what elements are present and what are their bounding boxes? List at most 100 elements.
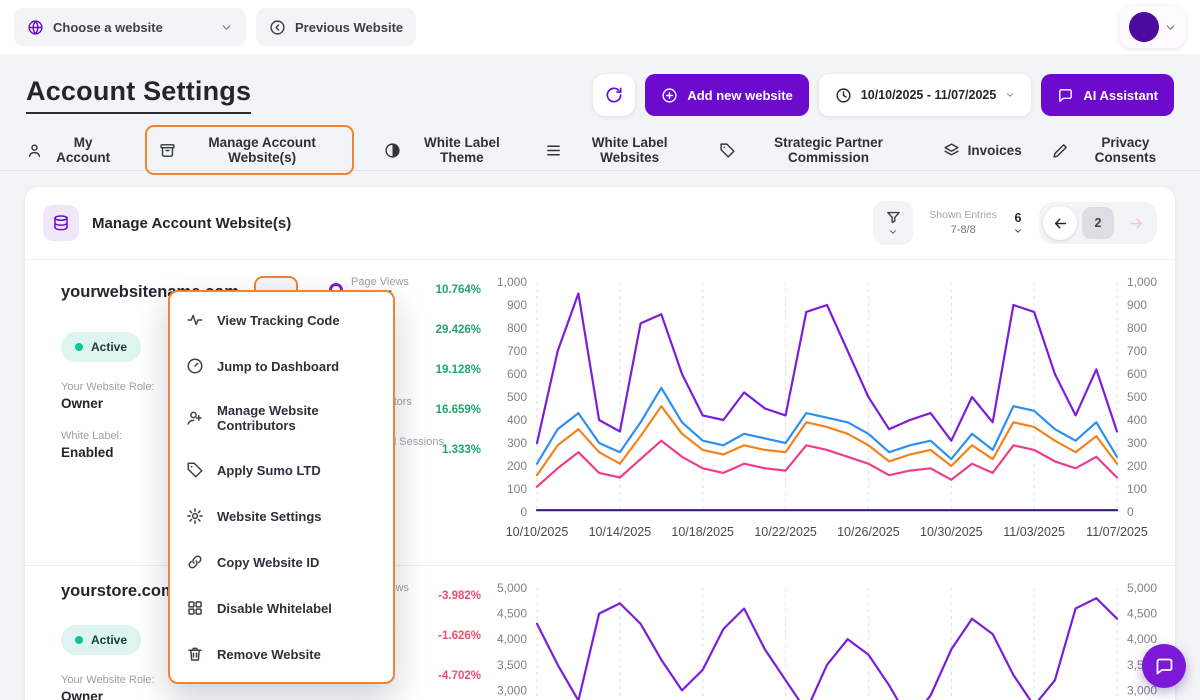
database-icon <box>52 214 70 232</box>
analytics-line-chart: 0010010020020030030040040050050060060070… <box>491 274 1175 551</box>
database-icon-chip <box>43 205 79 241</box>
svg-text:700: 700 <box>1127 344 1147 358</box>
globe-icon <box>27 19 44 36</box>
svg-text:200: 200 <box>507 459 527 473</box>
gauge-icon <box>186 357 204 375</box>
tab-my-account[interactable]: My Account <box>26 135 115 165</box>
svg-text:10/30/2025: 10/30/2025 <box>920 525 983 539</box>
chevron-down-icon <box>1005 90 1015 100</box>
tab-label: Manage Account Website(s) <box>184 135 340 165</box>
menu-item-jump-to-dashboard[interactable]: Jump to Dashboard <box>170 343 393 389</box>
svg-text:300: 300 <box>507 436 527 450</box>
shown-entries-value: 7-8/8 <box>929 223 997 238</box>
svg-text:4,000: 4,000 <box>497 632 527 646</box>
tab-white-label-websites[interactable]: White Label Websites <box>545 135 690 165</box>
menu-item-label: Jump to Dashboard <box>217 359 339 374</box>
svg-text:11/07/2025: 11/07/2025 <box>1086 525 1148 539</box>
user-plus-icon <box>186 409 204 427</box>
menu-item-label: Disable Whitelabel <box>217 601 332 616</box>
account-menu[interactable] <box>1120 6 1186 48</box>
menu-item-apply-sumo-ltd[interactable]: Apply Sumo LTD <box>170 447 393 493</box>
tab-label: My Account <box>51 135 115 165</box>
avatar <box>1129 12 1159 42</box>
refresh-button[interactable] <box>593 74 635 116</box>
link-icon <box>186 553 204 571</box>
head-actions: Add new website 10/10/2025 - 11/07/2025 … <box>593 74 1174 116</box>
svg-text:500: 500 <box>507 390 527 404</box>
date-range-picker[interactable]: 10/10/2025 - 11/07/2025 <box>819 74 1032 116</box>
analytics-line-chart: 005005001,0001,0001,5001,5002,0002,0002,… <box>491 580 1175 700</box>
tab-privacy-consents[interactable]: Privacy Consents <box>1052 135 1174 165</box>
svg-text:800: 800 <box>1127 321 1147 335</box>
menu-item-copy-website-id[interactable]: Copy Website ID <box>170 539 393 585</box>
previous-website-button[interactable]: Previous Website <box>256 8 416 46</box>
svg-text:1,000: 1,000 <box>1127 275 1157 289</box>
svg-text:400: 400 <box>1127 413 1147 427</box>
layers-icon <box>943 142 960 159</box>
menu-item-remove-website[interactable]: Remove Website <box>170 631 393 677</box>
page-size-select[interactable]: 6 <box>1013 211 1023 236</box>
tag-icon <box>719 142 736 159</box>
tab-label: Strategic Partner Commission <box>744 135 912 165</box>
menu-item-label: Apply Sumo LTD <box>217 463 321 478</box>
chat-icon <box>1154 656 1175 677</box>
topbar: Choose a website Previous Website <box>0 0 1200 54</box>
chat-launcher-button[interactable] <box>1142 644 1186 688</box>
svg-text:11/03/2025: 11/03/2025 <box>1003 525 1065 539</box>
activity-icon <box>186 311 204 329</box>
next-page-button[interactable] <box>1119 206 1153 240</box>
menu-item-website-settings[interactable]: Website Settings <box>170 493 393 539</box>
page-size-value: 6 <box>1015 211 1022 225</box>
svg-text:0: 0 <box>520 505 527 519</box>
arrow-left-circle-icon <box>269 19 286 36</box>
stat-change: 10.764% <box>436 284 481 296</box>
svg-text:10/18/2025: 10/18/2025 <box>671 525 734 539</box>
choose-website-dropdown[interactable]: Choose a website <box>14 8 246 46</box>
filter-button[interactable] <box>873 201 913 245</box>
stat-label: Page Views <box>351 276 428 288</box>
svg-text:700: 700 <box>507 344 527 358</box>
svg-text:0: 0 <box>1127 505 1134 519</box>
svg-text:900: 900 <box>507 298 527 312</box>
arrow-right-icon <box>1128 215 1145 232</box>
svg-text:4,500: 4,500 <box>497 607 527 621</box>
svg-text:100: 100 <box>507 482 527 496</box>
add-new-website-button[interactable]: Add new website <box>645 74 808 116</box>
archive-icon <box>159 142 176 159</box>
svg-text:1,000: 1,000 <box>497 275 527 289</box>
tab-manage-account-websites[interactable]: Manage Account Website(s) <box>145 125 354 175</box>
card-title: Manage Account Website(s) <box>92 215 291 232</box>
svg-text:600: 600 <box>507 367 527 381</box>
svg-text:500: 500 <box>1127 390 1147 404</box>
svg-text:10/22/2025: 10/22/2025 <box>754 525 817 539</box>
previous-page-button[interactable] <box>1043 206 1077 240</box>
user-icon <box>26 142 43 159</box>
menu-item-disable-whitelabel[interactable]: Disable Whitelabel <box>170 585 393 631</box>
menu-item-view-tracking-code[interactable]: View Tracking Code <box>170 297 393 343</box>
tab-white-label-theme[interactable]: White Label Theme <box>384 135 515 165</box>
status-dot-icon <box>75 636 83 644</box>
tab-invoices[interactable]: Invoices <box>943 142 1022 159</box>
tag-icon <box>186 461 204 479</box>
svg-text:800: 800 <box>507 321 527 335</box>
svg-text:10/26/2025: 10/26/2025 <box>837 525 900 539</box>
status-badge: Active <box>61 625 141 655</box>
shown-entries: Shown Entries 7-8/8 <box>929 208 997 238</box>
ai-assistant-button[interactable]: AI Assistant <box>1041 74 1174 116</box>
tab-strategic-partner-commission[interactable]: Strategic Partner Commission <box>719 135 912 165</box>
stat-change: -1.626% <box>438 630 481 642</box>
svg-text:3,000: 3,000 <box>1127 683 1157 697</box>
menu-item-manage-website-contributors[interactable]: Manage Website Contributors <box>170 389 393 447</box>
stat-change: -4.702% <box>438 670 481 682</box>
plus-circle-icon <box>661 87 678 104</box>
shown-entries-label: Shown Entries <box>929 208 997 223</box>
current-page-indicator: 2 <box>1082 207 1114 239</box>
chevron-down-icon <box>888 227 898 237</box>
stat-change: 29.426% <box>436 324 481 336</box>
svg-text:4,000: 4,000 <box>1127 632 1157 646</box>
clock-icon <box>835 87 852 104</box>
svg-text:5,000: 5,000 <box>1127 581 1157 595</box>
stat-change: -3.982% <box>438 590 481 602</box>
tab-label: White Label Theme <box>409 135 515 165</box>
funnel-icon <box>885 209 902 226</box>
